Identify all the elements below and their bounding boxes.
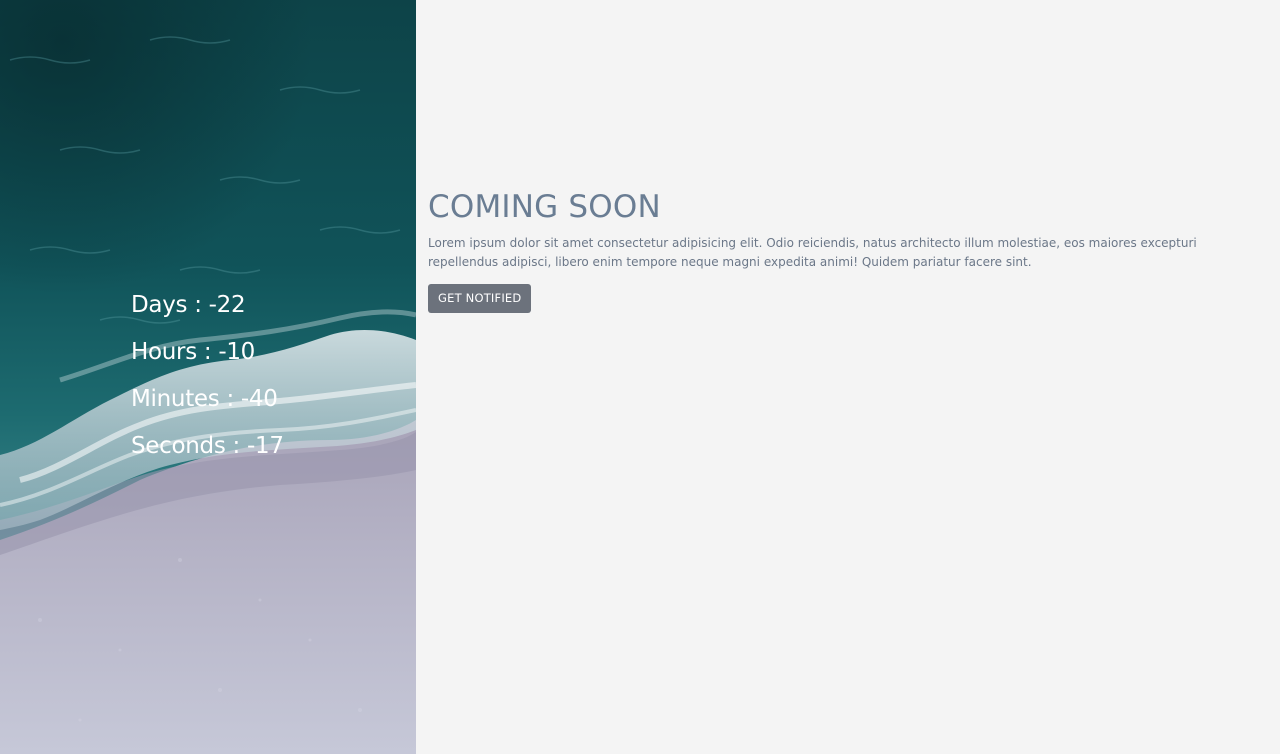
page-title: COMING SOON — [428, 189, 661, 225]
countdown-seconds: Seconds : -17 — [131, 433, 284, 459]
countdown-minutes: Minutes : -40 — [131, 386, 278, 412]
get-notified-button[interactable]: GET NOTIFIED — [428, 284, 532, 313]
beach-background-image: Days : -22 Hours : -10 Minutes : -40 Sec… — [0, 0, 416, 754]
main-content: COMING SOON Lorem ipsum dolor sit amet c… — [428, 188, 1268, 313]
countdown-hours: Hours : -10 — [131, 339, 256, 365]
coming-soon-page: Days : -22 Hours : -10 Minutes : -40 Sec… — [0, 0, 1280, 754]
page-description: Lorem ipsum dolor sit amet consectetur a… — [428, 236, 1197, 269]
countdown-days: Days : -22 — [131, 292, 246, 318]
countdown-timer: Days : -22 Hours : -10 Minutes : -40 Sec… — [131, 282, 284, 470]
